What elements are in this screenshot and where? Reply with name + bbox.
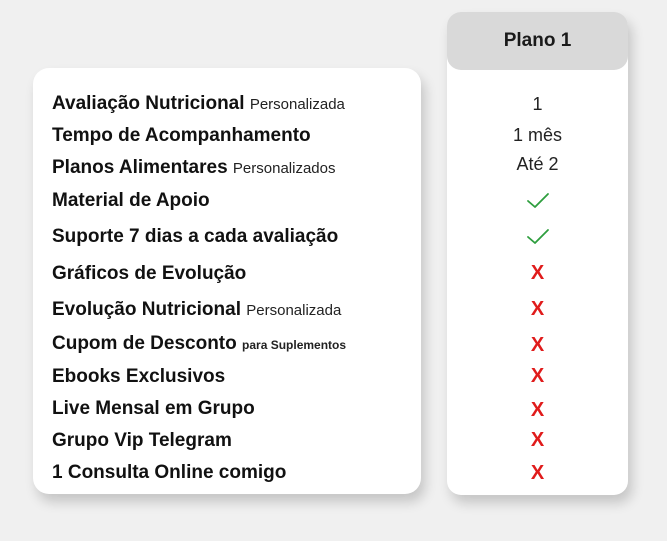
plan-value-10: X bbox=[530, 399, 545, 421]
plan-value-2: 1 mês bbox=[512, 125, 563, 145]
plan-value-8: X bbox=[530, 334, 545, 356]
feature-row-8-label: Cupom de Desconto para Suplementos bbox=[52, 333, 347, 354]
plan-title: Plano 1 bbox=[503, 30, 572, 51]
plan-value-9: X bbox=[530, 365, 545, 387]
feature-row-4-label: Material de Apoio bbox=[52, 190, 210, 211]
feature-row-6-label: Gráficos de Evolução bbox=[52, 263, 247, 284]
feature-row-1-label: Avaliação Nutricional Personalizada bbox=[52, 93, 345, 114]
feature-row-7-label: Evolução Nutricional Personalizada bbox=[52, 299, 342, 320]
feature-row-12-label: 1 Consulta Online comigo bbox=[52, 462, 287, 483]
plan-value-5 bbox=[447, 225, 628, 247]
plan-value-3: Até 2 bbox=[516, 154, 559, 174]
feature-row-11-label: Grupo Vip Telegram bbox=[52, 430, 232, 451]
feature-row-10-label: Live Mensal em Grupo bbox=[52, 398, 255, 419]
plan-value-11: X bbox=[530, 429, 545, 451]
feature-row-5-label: Suporte 7 dias a cada avaliação bbox=[52, 226, 339, 247]
feature-row-9-label: Ebooks Exclusivos bbox=[52, 366, 226, 387]
plan-column-card bbox=[447, 12, 628, 495]
plan-header: Plano 1 bbox=[447, 12, 628, 70]
feature-row-3-label: Planos Alimentares Personalizados bbox=[52, 157, 336, 178]
check-icon bbox=[526, 193, 549, 209]
plan-value-4 bbox=[447, 189, 628, 211]
plan-value-12: X bbox=[530, 462, 545, 484]
plan-value-7: X bbox=[530, 298, 545, 320]
plan-value-1: 1 bbox=[532, 94, 543, 114]
feature-row-2-label: Tempo de Acompanhamento bbox=[52, 125, 311, 146]
plan-value-6: X bbox=[530, 262, 545, 284]
check-icon bbox=[526, 229, 549, 245]
